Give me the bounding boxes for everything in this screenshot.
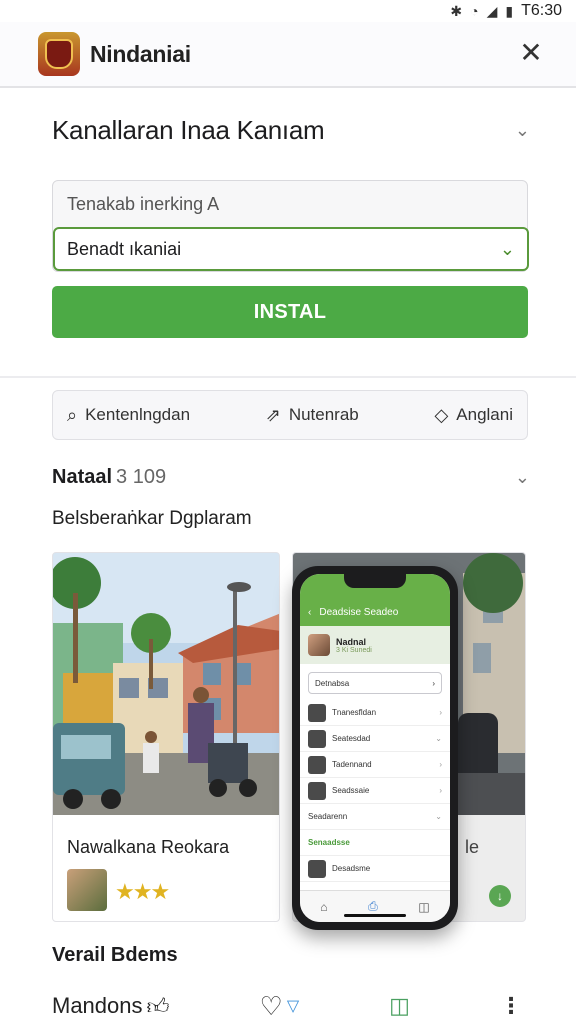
bag-icon[interactable]: ⎙ [368,899,378,914]
list-thumb [308,755,326,774]
avatar [308,634,330,656]
list-item-text: Seatesdad [332,734,371,743]
chevron-icon: › [439,786,442,795]
chevron-icon: › [439,760,442,769]
close-button[interactable]: ✕ [516,38,546,68]
status-bar: ✱ ◔ ◢ ▮ T6:30 [0,0,576,22]
phone-list-item[interactable]: Seatesdad ⌄ [300,726,450,752]
news-title: Nataal 3 109 [52,466,166,489]
app-logo [38,32,80,76]
action-bar: ⌕ Kentenlngdan ⇗ Nutenrab ◇ Anglani [52,390,528,440]
status-time: T6:30 [521,2,562,19]
home-indicator [344,914,406,917]
card-caption: Nawalkana Reokara [67,837,230,857]
form-field-group: Tenakab inerking A Benadt ıkaniai ⌄ [52,180,529,272]
list-thumb [308,781,326,800]
action-label: Kentenlngdan [85,405,191,424]
card-caption: le [464,837,479,857]
action-share[interactable]: ⇗ Nutenrab [266,405,359,426]
chevron-right-icon: › [432,678,435,688]
text-input[interactable]: Tenakab inerking A [67,194,219,215]
mentions-button[interactable]: Mandons 👍︎ [52,993,170,1020]
news-title-text: Nataal [52,465,113,488]
list-item-text: Seadarenn [308,812,348,821]
more-button[interactable]: ⋮ [500,993,522,1019]
back-icon[interactable]: ‹ [308,607,311,618]
share-icon: ↓ [497,889,503,903]
chat-bubble-icon: ◫ [389,993,410,1018]
action-chat[interactable]: ◇ Anglani [434,405,513,426]
phone-list-item[interactable]: Senaadsse [300,830,450,856]
install-button[interactable]: INSTAL [52,286,528,338]
chevron-down-icon[interactable]: ⌄ [515,120,530,141]
profile-name: Nadnal [336,636,367,647]
section-header[interactable]: Kanallaran Inaa Kanıam ⌄ [52,110,530,150]
action-label: Anglani [456,405,513,424]
signal-icon: ◢ [486,2,498,19]
chevron-down-icon[interactable]: ⌄ [515,467,530,488]
phone-list-item[interactable]: Seadarenn ⌄ [300,804,450,830]
phone-list-item[interactable]: Tadennand › [300,752,450,778]
phone-notch [344,574,406,588]
action-label: Nutenrab [288,405,359,424]
dropdown-select[interactable]: Benadt ıkaniai ⌄ [53,227,529,271]
search-icon: ⌕ [67,404,78,425]
action-search[interactable]: ⌕ Kentenlngdan [67,405,190,426]
more-icon: ⋮ [499,993,522,1018]
news-header[interactable]: Nataal 3 109 ⌄ [52,462,530,492]
list-item-text: Desadsme [332,864,371,873]
share-icon: ⇗ [265,404,281,425]
street-photo [53,553,279,815]
phone-header-title: Deadsise Seadeo [319,607,399,618]
chevron-down-icon: ⌄ [499,238,515,259]
list-item-text: Tnanesfldan [332,708,377,717]
list-thumb [308,859,326,878]
heart-icon: ♡ [259,990,283,1021]
author-avatar [67,869,107,911]
chevron-icon: › [439,708,442,717]
list-item-text: Tadennand [332,760,372,769]
street-photo-illustration [53,553,279,815]
app-title: Nindaniai [90,40,191,67]
chevron-icon: ⌄ [435,734,442,743]
phone-screen: ‹ Deadsise Seadeo Nadnal 3 Ki Sunedi Det… [300,574,450,922]
list-thumb [308,729,326,748]
phone-search-text: Detnabsa [315,678,350,688]
list-item-text: Senaadsse [308,838,350,847]
app-bar: Nindaniai ✕ [0,22,576,88]
news-subheading: Belsberaṅkar Dgplaram [52,508,252,529]
chat-icon: ◇ [434,404,449,425]
phone-list-item[interactable]: Seadssaie › [300,778,450,804]
wifi-icon: ◔ [470,3,479,19]
bottom-section-title: Verail Bdems [52,944,178,966]
list-item-text: Seadssaie [332,786,370,795]
like-button[interactable]: ♡ ▽ [260,991,300,1022]
thumbs-up-icon: 👍︎ [146,993,170,1019]
bluetooth-icon: ✱ [450,2,463,19]
news-count: 3 109 [116,465,167,488]
share-fab[interactable]: ↓ [489,885,511,907]
select-value: Benadt ıkaniai [67,238,182,259]
news-card[interactable]: Nawalkana Reokara ★★★ [52,552,280,922]
battery-icon: ▮ [505,2,514,19]
triangle-down-icon: ▽ [286,998,300,1015]
profile-sub: 3 Ki Sunedi [336,646,372,654]
phone-search-field[interactable]: Detnabsa › [308,672,442,694]
bottom-action-bar: Mandons 👍︎ ♡ ▽ ◫ ⋮ [52,988,522,1024]
comment-button[interactable]: ◫ [389,993,410,1019]
home-icon[interactable]: ⌂ [320,900,327,914]
mentions-label: Mandons [52,993,143,1018]
divider [0,376,576,378]
chat-icon[interactable]: ◫ [418,900,429,914]
list-thumb [308,703,326,722]
section-title: Kanallaran Inaa Kanıam [52,114,325,145]
phone-mockup: ‹ Deadsise Seadeo Nadnal 3 Ki Sunedi Det… [292,566,458,930]
rating-stars: ★★★ [115,879,170,904]
phone-list-item[interactable]: Desadsme [300,856,450,882]
phone-tab-bar: ⌂ ⎙ ◫ [300,890,450,922]
chevron-icon: ⌄ [435,812,442,821]
phone-list-item[interactable]: Tnanesfldan › [300,700,450,726]
phone-profile[interactable]: Nadnal 3 Ki Sunedi [300,626,450,664]
close-icon: ✕ [519,37,543,68]
